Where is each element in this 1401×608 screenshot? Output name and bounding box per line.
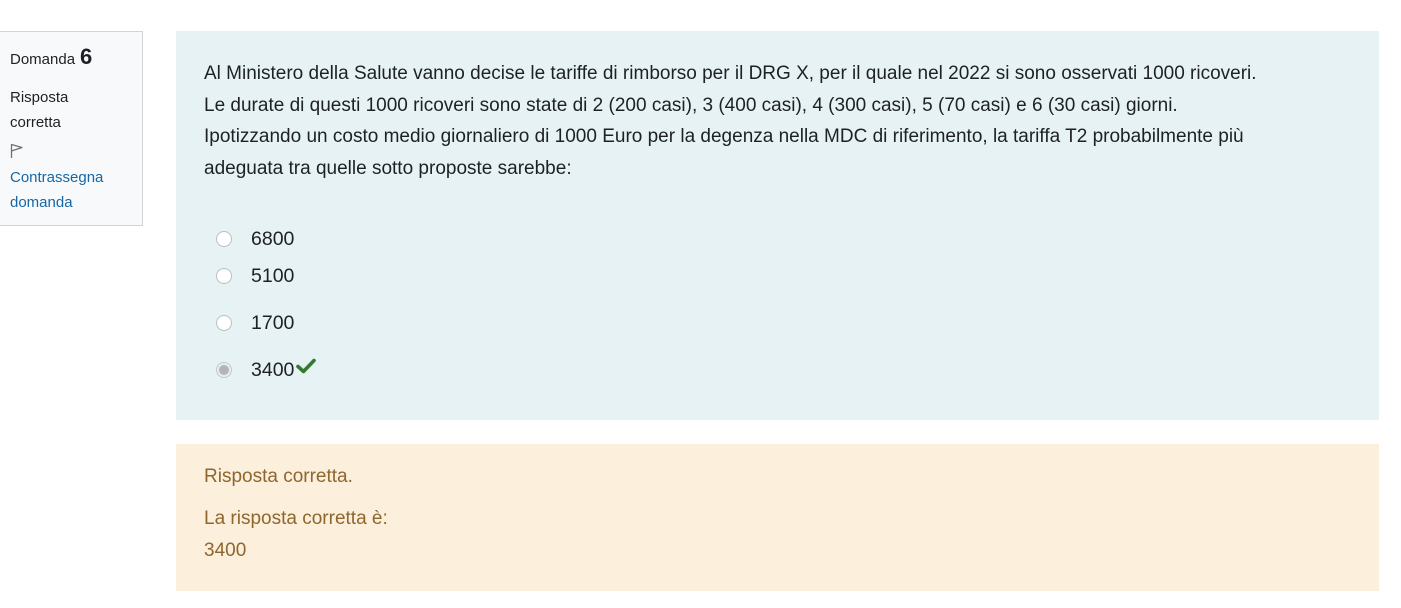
answer-radio[interactable] (216, 231, 232, 247)
question-text-line: Le durate di questi 1000 ricoveri sono s… (204, 94, 1178, 116)
question-text-line: Ipotizzando un costo medio giornaliero d… (204, 126, 1244, 147)
right-answer-value: 3400 (204, 540, 247, 561)
question-label: Domanda (10, 51, 76, 68)
answer-option[interactable]: 3400 (216, 355, 1351, 385)
answer-option[interactable]: 5100 (216, 261, 1351, 291)
correct-check-icon (296, 358, 317, 374)
answer-label: 6800 (251, 227, 295, 250)
question-text: Al Ministero della Salute vanno decise l… (204, 58, 1351, 184)
question-text-line: Al Ministero della Salute vanno decise l… (204, 63, 1257, 84)
feedback-panel: Risposta corretta. La risposta corretta … (176, 444, 1379, 591)
right-answer-label: La risposta corretta è: (204, 508, 388, 529)
question-formulation: Al Ministero della Salute vanno decise l… (176, 31, 1379, 420)
question-info-panel: Domanda 6 Risposta corretta Contrassegna… (0, 31, 143, 226)
answer-label: 3400 (251, 358, 295, 381)
flag-icon[interactable] (10, 143, 24, 159)
answer-label: 5100 (251, 264, 295, 287)
feedback-status: Risposta corretta. (204, 466, 353, 487)
answer-radio-selected[interactable] (216, 362, 232, 378)
answer-radio[interactable] (216, 268, 232, 284)
question-number: 6 (80, 44, 93, 69)
answer-option[interactable]: 1700 (216, 308, 1351, 338)
question-text-line: adeguata tra quelle sotto proposte sareb… (204, 157, 572, 179)
question-number-line: Domanda 6 (10, 44, 142, 70)
answer-radio[interactable] (216, 315, 232, 331)
answer-option[interactable]: 6800 (216, 224, 1351, 254)
answer-options: 6800 5100 1700 3400 (216, 224, 1351, 385)
question-state: Risposta corretta (10, 89, 69, 131)
flag-question-link[interactable]: Contrassegna domanda (10, 165, 130, 215)
radio-dot (219, 365, 229, 375)
answer-label: 1700 (251, 311, 295, 334)
